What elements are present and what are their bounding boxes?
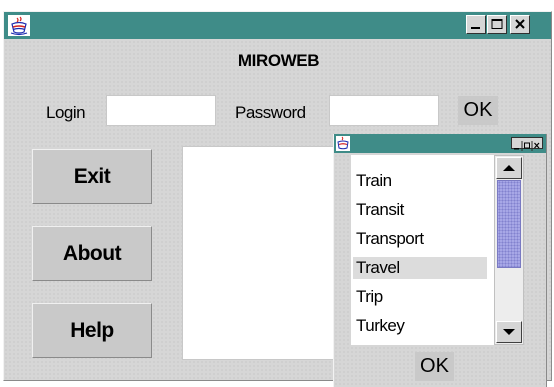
title-bar[interactable] [4,12,551,39]
list-item[interactable]: Trip [353,286,487,308]
maximize-button[interactable] [487,15,507,34]
dialog-ok-button[interactable]: OK [415,352,454,381]
dialog-title-bar[interactable] [334,134,546,153]
exit-button[interactable]: Exit [32,149,152,204]
list-item-selected[interactable]: Travel [353,257,487,279]
list-item[interactable]: Turkey [353,315,487,337]
login-input[interactable] [106,95,216,126]
close-button[interactable] [510,15,530,34]
list-scrollbar[interactable] [494,155,524,345]
keyword-list[interactable]: Train Transit Transport Travel Trip Turk… [351,155,509,345]
password-label: Password [235,103,306,122]
minimize-button[interactable] [466,15,486,34]
java-cup-icon [336,136,350,151]
list-item[interactable]: Transport [353,228,487,250]
minimize-icon [471,27,480,29]
about-button[interactable]: About [32,226,152,281]
dialog-window-controls[interactable] [511,137,543,151]
minimize-icon [514,148,519,150]
java-cup-icon [8,15,30,36]
login-ok-button[interactable]: OK [458,96,498,125]
scroll-down-arrow-icon [503,329,515,335]
list-dialog: Train Transit Transport Travel Trip Turk… [333,134,547,387]
close-icon [515,19,525,29]
output-text-area[interactable] [182,146,342,360]
maximize-icon [524,142,530,149]
help-button[interactable]: Help [32,303,152,358]
scroll-up-arrow-icon [503,165,515,171]
scroll-down-button[interactable] [496,321,522,343]
scroll-up-button[interactable] [496,157,522,179]
login-label: Login [46,103,86,122]
password-input[interactable] [329,95,439,126]
close-icon [534,142,540,149]
maximize-icon [491,19,503,29]
list-item[interactable]: Transit [353,199,487,221]
scroll-thumb[interactable] [497,180,521,268]
page-title: MIROWEB [237,51,320,70]
list-item[interactable]: Train [353,170,487,192]
